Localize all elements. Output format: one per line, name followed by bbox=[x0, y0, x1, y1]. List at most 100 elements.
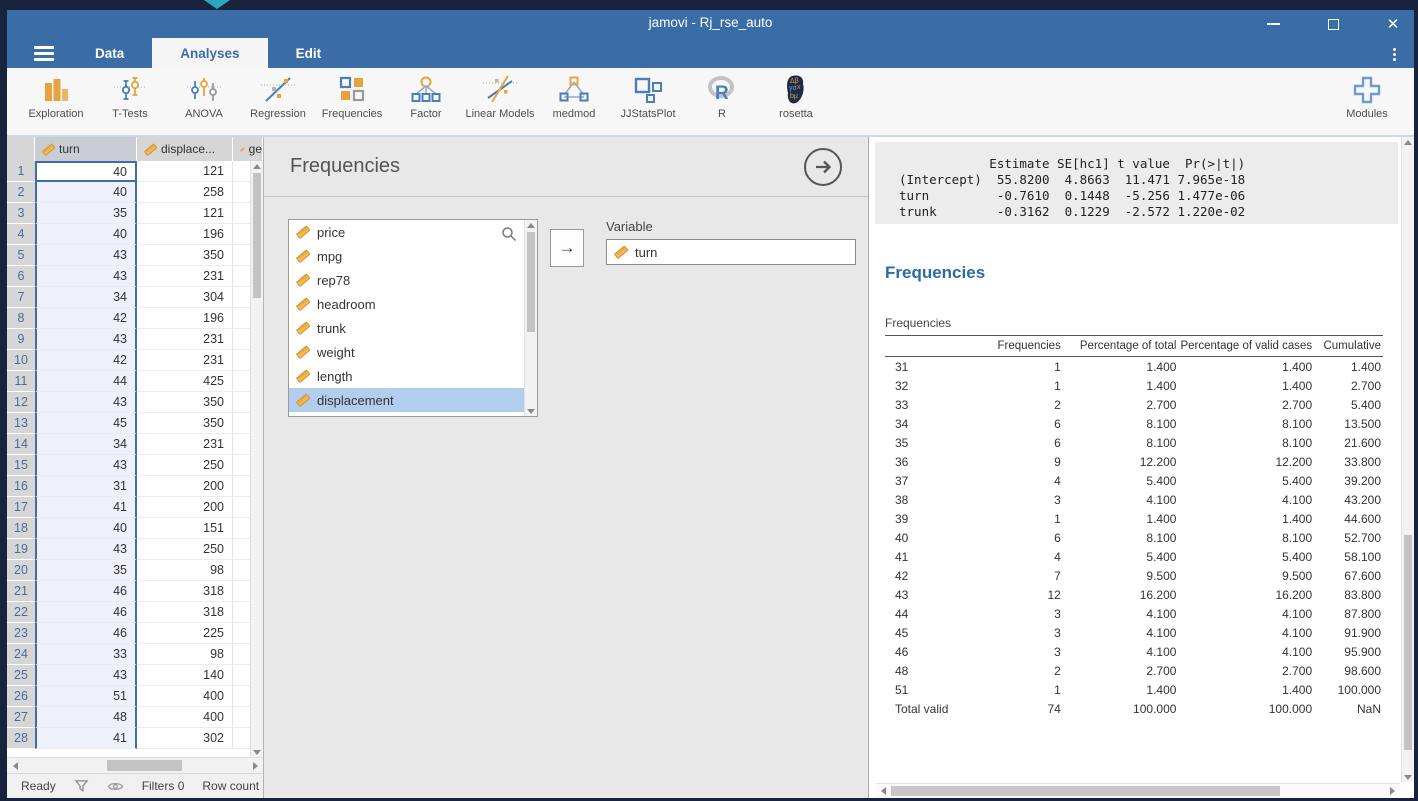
cell-displacement[interactable]: 400 bbox=[137, 707, 233, 728]
scroll-left-icon[interactable] bbox=[877, 784, 889, 798]
scroll-down-icon[interactable] bbox=[251, 747, 263, 757]
ribbon-factor-button[interactable]: Factor bbox=[389, 74, 463, 120]
results-horizontal-scrollbar[interactable] bbox=[875, 783, 1400, 798]
cell-turn[interactable]: 44 bbox=[35, 371, 137, 392]
cell-displacement[interactable]: 350 bbox=[137, 413, 233, 434]
results-hscroll-thumb[interactable] bbox=[891, 786, 1280, 796]
cell-turn[interactable]: 46 bbox=[35, 602, 137, 623]
cell-displacement[interactable]: 121 bbox=[137, 203, 233, 224]
cell-displacement[interactable]: 350 bbox=[137, 245, 233, 266]
cell-turn[interactable]: 35 bbox=[35, 560, 137, 581]
cell-turn[interactable]: 42 bbox=[35, 350, 137, 371]
row-number[interactable]: 21 bbox=[7, 581, 35, 602]
scroll-up-icon[interactable] bbox=[1402, 137, 1414, 147]
cell-displacement[interactable]: 318 bbox=[137, 581, 233, 602]
cell-turn[interactable]: 33 bbox=[35, 644, 137, 665]
column-header-displacement[interactable]: displace... bbox=[137, 137, 233, 161]
list-item[interactable]: rep78 bbox=[289, 268, 537, 292]
ribbon-rosetta-button[interactable]: Δβ x γσ bμ rosetta bbox=[759, 74, 833, 120]
cell-displacement[interactable]: 98 bbox=[137, 560, 233, 581]
scroll-up-icon[interactable] bbox=[251, 161, 263, 171]
ribbon-jjstatsplot-button[interactable]: JJStatsPlot bbox=[611, 74, 685, 120]
cell-turn[interactable]: 43 bbox=[35, 392, 137, 413]
results-vscroll-thumb[interactable] bbox=[1404, 535, 1412, 750]
ribbon-exploration-button[interactable]: Exploration bbox=[19, 74, 93, 120]
row-number[interactable]: 28 bbox=[7, 728, 35, 749]
cell-turn[interactable]: 43 bbox=[35, 665, 137, 686]
cell-displacement[interactable]: 231 bbox=[137, 329, 233, 350]
row-number[interactable]: 20 bbox=[7, 560, 35, 581]
cell-turn[interactable]: 48 bbox=[35, 707, 137, 728]
cell-displacement[interactable]: 225 bbox=[137, 623, 233, 644]
cell-displacement[interactable]: 231 bbox=[137, 350, 233, 371]
cell-turn[interactable]: 51 bbox=[35, 686, 137, 707]
cell-turn[interactable]: 34 bbox=[35, 434, 137, 455]
list-item[interactable]: price bbox=[289, 220, 537, 244]
cell-turn[interactable]: 46 bbox=[35, 581, 137, 602]
row-number[interactable]: 25 bbox=[7, 665, 35, 686]
row-number[interactable]: 11 bbox=[7, 371, 35, 392]
list-item[interactable]: displacement bbox=[289, 388, 537, 412]
cell-turn[interactable]: 40 bbox=[35, 161, 137, 182]
ribbon-ttests-button[interactable]: T-Tests bbox=[93, 74, 167, 120]
overflow-menu-button[interactable] bbox=[1386, 44, 1402, 64]
available-variables-listbox[interactable]: price mpg rep78 bbox=[288, 219, 538, 417]
filter-button[interactable] bbox=[74, 779, 89, 794]
cell-turn[interactable]: 40 bbox=[35, 182, 137, 203]
maximize-button[interactable] bbox=[1322, 13, 1344, 35]
cell-turn[interactable]: 43 bbox=[35, 539, 137, 560]
cell-turn[interactable]: 43 bbox=[35, 455, 137, 476]
cell-displacement[interactable]: 425 bbox=[137, 371, 233, 392]
ribbon-modules-button[interactable]: Modules bbox=[1330, 74, 1404, 120]
ribbon-frequencies-button[interactable]: Frequencies bbox=[315, 74, 389, 120]
cell-turn[interactable]: 43 bbox=[35, 266, 137, 287]
results-vertical-scrollbar[interactable] bbox=[1401, 137, 1414, 782]
cell-displacement[interactable]: 302 bbox=[137, 728, 233, 749]
row-number[interactable]: 4 bbox=[7, 224, 35, 245]
row-number[interactable]: 22 bbox=[7, 602, 35, 623]
sheet-vertical-scrollbar[interactable] bbox=[250, 161, 263, 757]
cell-turn[interactable]: 40 bbox=[35, 224, 137, 245]
row-number[interactable]: 9 bbox=[7, 329, 35, 350]
row-number[interactable]: 23 bbox=[7, 623, 35, 644]
cell-turn[interactable]: 43 bbox=[35, 329, 137, 350]
ribbon-linear-models-button[interactable]: Linear Models bbox=[463, 74, 537, 120]
list-item[interactable]: headroom bbox=[289, 292, 537, 316]
cell-displacement[interactable]: 304 bbox=[137, 287, 233, 308]
cell-displacement[interactable]: 140 bbox=[137, 665, 233, 686]
cell-turn[interactable]: 31 bbox=[35, 476, 137, 497]
cell-displacement[interactable]: 231 bbox=[137, 434, 233, 455]
cell-displacement[interactable]: 250 bbox=[137, 455, 233, 476]
cell-displacement[interactable]: 350 bbox=[137, 392, 233, 413]
row-number[interactable]: 24 bbox=[7, 644, 35, 665]
scroll-down-icon[interactable] bbox=[1402, 772, 1414, 782]
ribbon-regression-button[interactable]: Regression bbox=[241, 74, 315, 120]
cell-turn[interactable]: 42 bbox=[35, 308, 137, 329]
cell-turn[interactable]: 43 bbox=[35, 245, 137, 266]
cell-displacement[interactable]: 318 bbox=[137, 602, 233, 623]
close-button[interactable]: ✕ bbox=[1382, 13, 1404, 35]
cell-displacement[interactable]: 121 bbox=[137, 161, 233, 182]
scroll-up-icon[interactable] bbox=[525, 220, 537, 230]
cell-displacement[interactable]: 196 bbox=[137, 308, 233, 329]
visibility-button[interactable] bbox=[107, 780, 124, 793]
cell-turn[interactable]: 41 bbox=[35, 497, 137, 518]
cell-displacement[interactable]: 151 bbox=[137, 518, 233, 539]
scroll-down-icon[interactable] bbox=[525, 406, 537, 416]
ribbon-anova-button[interactable]: ANOVA bbox=[167, 74, 241, 120]
hamburger-menu-button[interactable] bbox=[21, 38, 67, 68]
cell-displacement[interactable]: 250 bbox=[137, 539, 233, 560]
row-number[interactable]: 6 bbox=[7, 266, 35, 287]
column-header-gear[interactable]: ge bbox=[233, 137, 263, 161]
cell-displacement[interactable]: 258 bbox=[137, 182, 233, 203]
row-number[interactable]: 15 bbox=[7, 455, 35, 476]
row-number[interactable]: 12 bbox=[7, 392, 35, 413]
cell-turn[interactable]: 41 bbox=[35, 728, 137, 749]
sheet-vscroll-thumb[interactable] bbox=[253, 173, 261, 298]
assign-variable-button[interactable]: → bbox=[550, 229, 584, 267]
cell-displacement[interactable]: 400 bbox=[137, 686, 233, 707]
cell-turn[interactable]: 34 bbox=[35, 287, 137, 308]
r-output-block[interactable]: Estimate SE[hc1] t value Pr(>|t|) (Inter… bbox=[875, 142, 1398, 224]
assigned-variable-box[interactable]: turn bbox=[606, 239, 856, 265]
list-item[interactable]: mpg bbox=[289, 244, 537, 268]
